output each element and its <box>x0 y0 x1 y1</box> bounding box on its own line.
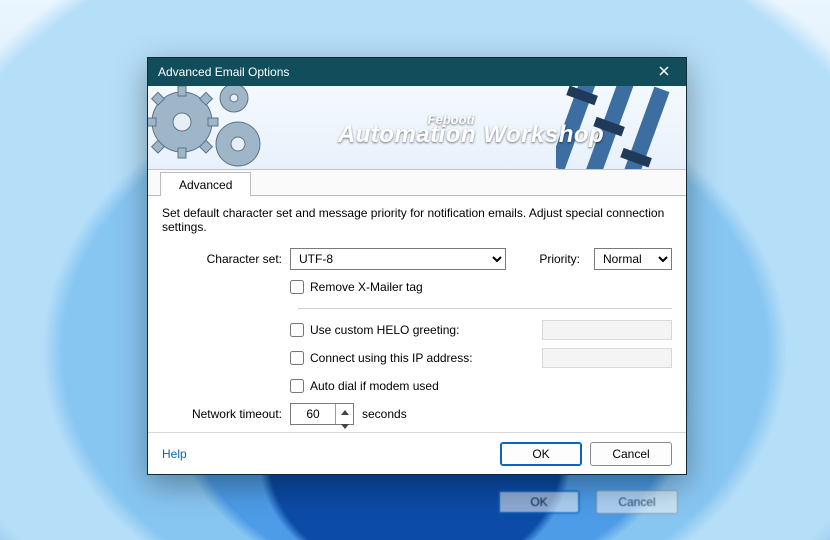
helo-checkbox[interactable]: Use custom HELO greeting: <box>290 323 459 337</box>
timeout-label: Network timeout: <box>162 407 290 421</box>
helo-input[interactable] <box>290 323 304 337</box>
priority-label: Priority: <box>539 252 586 266</box>
tabstrip: Advanced <box>148 170 686 196</box>
dialog-advanced-email-options: Advanced Email Options <box>147 57 687 475</box>
bg-cancel-button: Cancel <box>596 490 678 514</box>
remove-xmailer-input[interactable] <box>290 280 304 294</box>
background-dialog-buttons: OK Cancel <box>490 490 678 514</box>
charset-label: Character set: <box>162 252 290 266</box>
ip-field[interactable] <box>542 348 672 368</box>
autodial-label: Auto dial if modem used <box>310 379 439 393</box>
dialog-footer: Help OK Cancel <box>148 432 686 474</box>
close-button[interactable] <box>648 61 680 83</box>
helo-label: Use custom HELO greeting: <box>310 323 459 337</box>
timeout-input[interactable] <box>291 404 335 424</box>
description-text: Set default character set and message pr… <box>162 206 672 234</box>
ip-input[interactable] <box>290 351 304 365</box>
tab-content: Set default character set and message pr… <box>148 196 686 468</box>
remove-xmailer-label: Remove X-Mailer tag <box>310 280 423 294</box>
tab-advanced[interactable]: Advanced <box>160 172 251 196</box>
priority-select[interactable]: Normal <box>594 248 672 270</box>
brand-big: Automation Workshop <box>338 121 604 148</box>
chevron-down-icon <box>341 418 349 432</box>
autodial-checkbox[interactable]: Auto dial if modem used <box>290 379 439 393</box>
cancel-button[interactable]: Cancel <box>590 442 672 466</box>
titlebar[interactable]: Advanced Email Options <box>148 58 686 86</box>
banner: Febooti Automation Workshop <box>148 86 686 170</box>
ip-label: Connect using this IP address: <box>310 351 473 365</box>
autodial-input[interactable] <box>290 379 304 393</box>
bg-ok-button: OK <box>498 490 580 514</box>
chevron-up-icon <box>341 404 349 418</box>
timeout-spinner[interactable] <box>290 403 354 425</box>
ip-checkbox[interactable]: Connect using this IP address: <box>290 351 473 365</box>
charset-select[interactable]: UTF-8 <box>290 248 506 270</box>
timeout-up-button[interactable] <box>336 404 353 418</box>
timeout-down-button[interactable] <box>336 418 353 432</box>
brand-text: Febooti Automation Workshop <box>266 112 676 149</box>
close-icon <box>659 65 669 79</box>
separator-1 <box>298 308 672 309</box>
remove-xmailer-checkbox[interactable]: Remove X-Mailer tag <box>290 280 423 294</box>
helo-field[interactable] <box>542 320 672 340</box>
ok-button[interactable]: OK <box>500 442 582 466</box>
help-link[interactable]: Help <box>162 447 187 461</box>
titlebar-title: Advanced Email Options <box>158 65 648 79</box>
seconds-label: seconds <box>362 407 407 421</box>
